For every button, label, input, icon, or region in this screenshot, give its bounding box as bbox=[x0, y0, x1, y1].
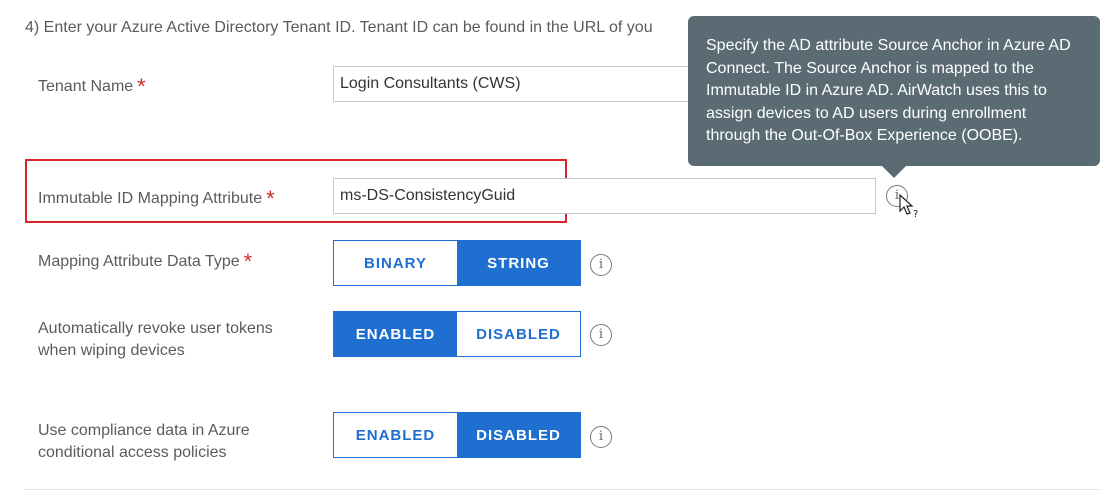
compliance-toggle: ENABLED DISABLED bbox=[333, 412, 581, 458]
immutable-id-input[interactable]: ms-DS-ConsistencyGuid bbox=[333, 178, 876, 214]
compliance-label: Use compliance data in Azure conditional… bbox=[38, 420, 250, 464]
tenant-name-label: Tenant Name * bbox=[38, 73, 146, 98]
mapping-type-info-icon[interactable]: i bbox=[590, 254, 612, 276]
compliance-label-line1: Use compliance data in Azure bbox=[38, 422, 250, 439]
help-cursor-icon: ? bbox=[899, 193, 918, 219]
tooltip-arrow bbox=[882, 166, 906, 178]
immutable-id-label: Immutable ID Mapping Attribute * bbox=[38, 185, 275, 210]
compliance-info-icon[interactable]: i bbox=[590, 426, 612, 448]
tooltip-text: Specify the AD attribute Source Anchor i… bbox=[706, 37, 1071, 144]
revoke-tokens-toggle: ENABLED DISABLED bbox=[333, 311, 581, 357]
compliance-label-line2: conditional access policies bbox=[38, 444, 227, 461]
revoke-tokens-enabled-option[interactable]: ENABLED bbox=[334, 312, 457, 356]
revoke-tokens-label: Automatically revoke user tokens when wi… bbox=[38, 318, 273, 362]
required-asterisk: * bbox=[243, 249, 253, 274]
revoke-tokens-info-icon[interactable]: i bbox=[590, 324, 612, 346]
mapping-type-toggle: BINARY STRING bbox=[333, 240, 581, 286]
mapping-type-string-option[interactable]: STRING bbox=[457, 241, 580, 285]
revoke-tokens-disabled-option[interactable]: DISABLED bbox=[457, 312, 580, 356]
intro-instruction-text: 4) Enter your Azure Active Directory Ten… bbox=[25, 19, 653, 36]
info-tooltip: Specify the AD attribute Source Anchor i… bbox=[688, 16, 1100, 166]
mapping-type-label: Mapping Attribute Data Type * bbox=[38, 248, 252, 273]
svg-text:?: ? bbox=[913, 209, 918, 219]
compliance-disabled-option[interactable]: DISABLED bbox=[457, 413, 580, 457]
revoke-tokens-label-line1: Automatically revoke user tokens bbox=[38, 320, 273, 337]
mapping-type-binary-option[interactable]: BINARY bbox=[334, 241, 457, 285]
tenant-name-input[interactable]: Login Consultants (CWS) bbox=[333, 66, 713, 102]
compliance-enabled-option[interactable]: ENABLED bbox=[334, 413, 457, 457]
section-divider bbox=[25, 489, 1100, 490]
revoke-tokens-label-line2: when wiping devices bbox=[38, 342, 185, 359]
tenant-name-label-text: Tenant Name bbox=[38, 78, 134, 95]
mapping-type-label-text: Mapping Attribute Data Type bbox=[38, 253, 240, 270]
immutable-id-label-text: Immutable ID Mapping Attribute bbox=[38, 190, 263, 207]
required-asterisk: * bbox=[266, 186, 275, 211]
required-asterisk: * bbox=[137, 74, 146, 99]
